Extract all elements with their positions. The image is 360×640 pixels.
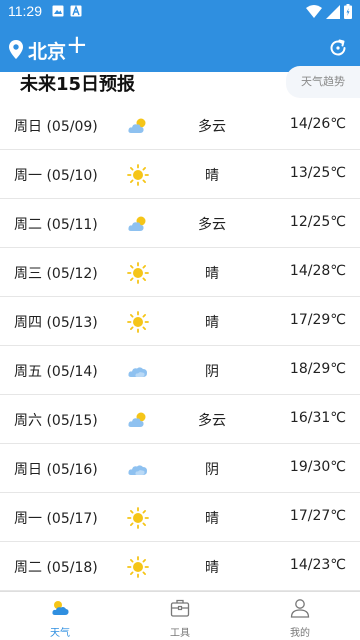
forecast-temp: 17/27℃ [289,508,346,524]
forecast-temp: 13/25℃ [289,165,346,181]
wifi-icon [306,4,322,18]
forecast-row[interactable]: 周三 (05/12) 晴 14/28℃ [0,248,360,297]
nav-label-tools: 工具 [170,628,190,639]
forecast-condition: 晴 [205,315,219,331]
add-city-button[interactable]: + [66,32,88,58]
forecast-title: 未来15日预报 [20,74,136,95]
forecast-day: 周六 (05/15) [14,413,98,429]
forecast-temp: 14/26℃ [289,116,346,132]
refresh-icon[interactable] [328,38,348,58]
cloudy-icon [128,216,146,231]
forecast-row[interactable]: 周日 (05/09) 多云 14/26℃ [0,101,360,150]
nav-label-weather: 天气 [50,628,70,639]
forecast-row[interactable]: 周一 (05/17) 晴 17/27℃ [0,493,360,542]
forecast-row[interactable]: 周日 (05/16) 阴 19/30℃ [0,444,360,493]
forecast-row[interactable]: 周六 (05/15) 多云 16/31℃ [0,395,360,444]
forecast-temp: 16/31℃ [289,410,346,426]
forecast-temp: 18/29℃ [289,361,346,377]
forecast-list: 周日 (05/09) 多云 14/26℃ 周一 (05/10) 晴 13/25℃… [0,101,360,591]
gallery-icon [52,5,64,17]
forecast-temp: 17/29℃ [289,312,346,328]
cloudy-icon [128,412,146,427]
forecast-condition: 晴 [205,168,219,184]
font-icon [70,5,82,17]
forecast-row[interactable]: 周二 (05/11) 多云 12/25℃ [0,199,360,248]
forecast-day: 周五 (05/14) [14,364,98,380]
status-bar: 11:29 [0,0,360,24]
city-name[interactable]: 北京 [28,37,66,64]
forecast-row[interactable]: 周一 (05/10) 晴 13/25℃ [0,150,360,199]
user-icon [290,599,310,618]
forecast-condition: 阴 [205,364,219,380]
bottom-nav: 天气 工具 我的 [0,591,360,640]
forecast-temp: 19/30℃ [289,459,346,475]
forecast-condition: 阴 [205,462,219,478]
nav-label-mine: 我的 [290,628,310,639]
overcast-icon [128,465,147,475]
signal-icon [326,4,340,19]
weather-trend-button[interactable]: 天气趋势 [286,66,360,98]
forecast-row[interactable]: 周五 (05/14) 阴 18/29℃ [0,346,360,395]
forecast-day: 周一 (05/17) [14,511,98,527]
forecast-condition: 多云 [198,217,226,233]
forecast-row[interactable]: 周二 (05/18) 晴 14/23℃ [0,542,360,591]
forecast-day: 周一 (05/10) [14,168,98,184]
sunny-icon [127,164,149,186]
forecast-condition: 多云 [198,413,226,429]
toolbox-icon [170,599,190,617]
overcast-icon [128,367,147,377]
sunny-icon [127,556,149,578]
nav-tab-weather[interactable]: 天气 [0,592,120,640]
sunny-icon [127,507,149,529]
nav-tab-tools[interactable]: 工具 [120,592,240,640]
sunny-icon [127,262,149,284]
cloudy-icon [128,118,146,133]
forecast-day: 周二 (05/11) [14,217,98,233]
forecast-temp: 14/23℃ [289,557,346,573]
forecast-day: 周四 (05/13) [14,315,98,331]
nav-tab-mine[interactable]: 我的 [240,592,360,640]
status-time: 11:29 [8,3,42,19]
battery-icon [344,4,352,19]
weather-icon [52,601,69,615]
forecast-temp: 12/25℃ [289,214,346,230]
forecast-condition: 晴 [205,560,219,576]
forecast-condition: 晴 [205,511,219,527]
forecast-condition: 晴 [205,266,219,282]
location-pin-icon[interactable] [9,40,23,59]
forecast-day: 周日 (05/09) [14,119,98,135]
forecast-day: 周三 (05/12) [14,266,98,282]
app-header: 北京 + [0,24,360,72]
forecast-day: 周日 (05/16) [14,462,98,478]
forecast-row[interactable]: 周四 (05/13) 晴 17/29℃ [0,297,360,346]
forecast-condition: 多云 [198,119,226,135]
forecast-temp: 14/28℃ [289,263,346,279]
forecast-day: 周二 (05/18) [14,560,98,576]
sunny-icon [127,311,149,333]
